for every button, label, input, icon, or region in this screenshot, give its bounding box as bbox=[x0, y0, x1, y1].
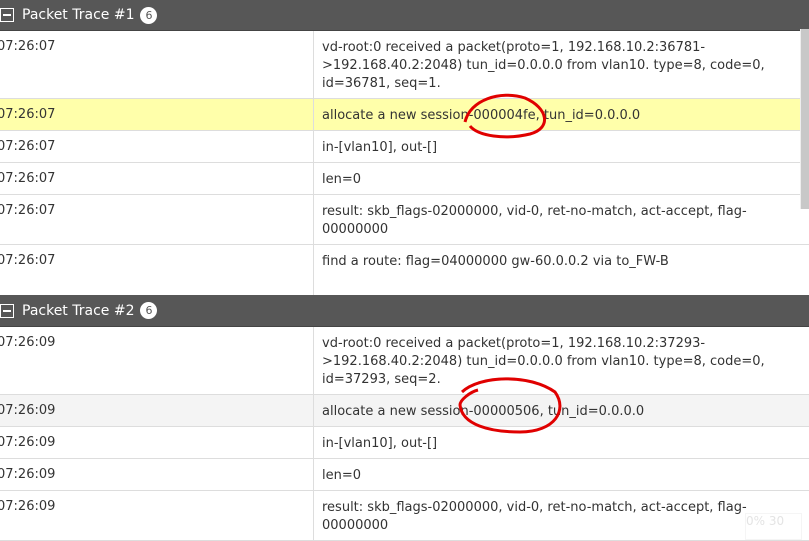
message-cell: allocate a new session-000004fe, tun_id=… bbox=[322, 108, 641, 123]
message-cell: len=0 bbox=[322, 172, 362, 187]
message-cell: find a route: flag=04000000 gw-60.0.0.2 … bbox=[322, 254, 669, 269]
table-row: 07:26:09 vd-root:0 received a packet(prot… bbox=[0, 327, 809, 395]
table-row: 07:26:07 allocate a new session-000004fe,… bbox=[0, 99, 809, 131]
table-row: 07:26:09 in-[vlan10], out-[] bbox=[0, 427, 809, 459]
time-cell: 07:26:09 bbox=[0, 491, 314, 540]
time-cell: 07:26:09 bbox=[0, 395, 314, 426]
message-cell: allocate a new session-00000506, tun_id=… bbox=[322, 404, 645, 419]
message-cell: len=0 bbox=[322, 468, 362, 483]
message-cell: vd-root:0 received a packet(proto=1, 192… bbox=[322, 336, 765, 387]
time-cell: 07:26:07 bbox=[0, 99, 314, 130]
table-row: 07:26:09 allocate a new session-00000506,… bbox=[0, 395, 809, 427]
time-cell: 07:26:09 bbox=[0, 459, 314, 490]
message-cell: vd-root:0 received a packet(proto=1, 192… bbox=[322, 40, 765, 91]
table-row: 07:26:07 in-[vlan10], out-[] bbox=[0, 131, 809, 163]
message-cell: in-[vlan10], out-[] bbox=[322, 436, 438, 451]
time-cell: 07:26:07 bbox=[0, 245, 314, 295]
table-row: 07:26:09 len=0 bbox=[0, 459, 809, 491]
time-cell: 07:26:07 bbox=[0, 31, 314, 98]
collapse-icon[interactable] bbox=[0, 303, 14, 318]
group-header-1[interactable]: Packet Trace #1 6 bbox=[0, 0, 809, 31]
table-row: 07:26:07 vd-root:0 received a packet(prot… bbox=[0, 31, 809, 99]
group-header-2[interactable]: Packet Trace #2 6 bbox=[0, 295, 809, 327]
message-cell: result: skb_flags-02000000, vid-0, ret-n… bbox=[322, 204, 747, 237]
time-cell: 07:26:09 bbox=[0, 327, 314, 394]
count-badge: 6 bbox=[140, 302, 158, 319]
table-row: 07:26:09 result: skb_flags-02000000, vid-… bbox=[0, 491, 809, 541]
scrollbar[interactable] bbox=[800, 29, 809, 209]
time-cell: 07:26:09 bbox=[0, 427, 314, 458]
message-cell: in-[vlan10], out-[] bbox=[322, 140, 438, 155]
group-title: Packet Trace #2 bbox=[22, 302, 135, 319]
collapse-icon[interactable] bbox=[0, 8, 14, 22]
table-row: 07:26:07 find a route: flag=04000000 gw-6… bbox=[0, 245, 809, 295]
message-cell: result: skb_flags-02000000, vid-0, ret-n… bbox=[322, 500, 747, 533]
time-cell: 07:26:07 bbox=[0, 131, 314, 162]
time-cell: 07:26:07 bbox=[0, 195, 314, 244]
table-row: 07:26:07 len=0 bbox=[0, 163, 809, 195]
time-cell: 07:26:07 bbox=[0, 163, 314, 194]
group-title: Packet Trace #1 bbox=[22, 7, 135, 23]
count-badge: 6 bbox=[140, 6, 158, 24]
table-row: 07:26:07 result: skb_flags-02000000, vid-… bbox=[0, 195, 809, 245]
overlay-text: 0% 30 bbox=[745, 513, 802, 540]
